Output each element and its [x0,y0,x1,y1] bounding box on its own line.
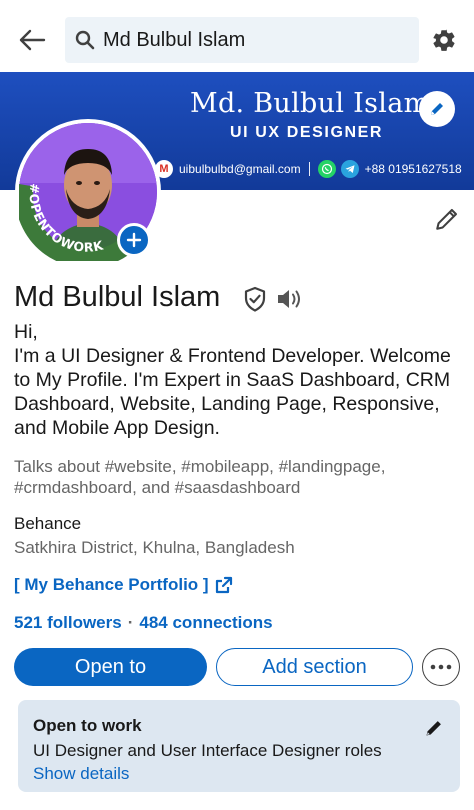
network-stats: 521 followers · 484 connections [14,613,273,633]
open-to-work-card[interactable]: Open to work UI Designer and User Interf… [18,700,460,792]
external-link-icon [215,576,233,594]
gear-icon[interactable] [428,24,460,56]
profile-headline: Hi, I'm a UI Designer & Frontend Develop… [14,320,464,440]
headline-line: and Mobile App Design. [14,417,220,439]
speaker-icon[interactable] [275,286,303,312]
stats-separator: · [127,613,134,632]
shield-check-icon[interactable] [241,285,269,313]
more-actions-button[interactable] [422,648,460,686]
banner-email: uibulbulbd@gmail.com [179,162,301,176]
location: Satkhira District, Khulna, Bangladesh [14,538,295,557]
search-input[interactable] [103,28,403,52]
connections-link[interactable]: 484 connections [139,613,272,633]
banner-name: Md. Bulbul Islam [190,88,430,119]
headline-line: to My Profile. I'm Expert in SaaS Dashbo… [14,369,451,391]
search-icon [75,29,97,51]
talks-line: Talks about #website, #mobileapp, #landi… [14,457,386,476]
open-to-button[interactable]: Open to [14,648,207,686]
talks-about: Talks about #website, #mobileapp, #landi… [14,456,464,498]
telegram-icon [340,160,359,178]
search-bar[interactable] [65,17,419,63]
banner-phone: +88 01951627518 [364,162,462,176]
add-section-button[interactable]: Add section [216,648,413,686]
add-photo-button[interactable] [117,223,151,257]
divider [308,162,310,176]
headline-line: Dashboard, Website, Landing Page, Respon… [14,393,440,415]
profile-name: Md Bulbul Islam [14,281,221,313]
headline-line: Hi, [14,321,38,343]
pencil-icon [426,721,441,736]
pencil-icon [436,208,458,230]
edit-intro-button[interactable] [432,204,462,234]
banner-contact: M uibulbulbd@gmail.com +88 01951627518 [155,159,462,179]
portfolio-link-text: [ My Behance Portfolio ] [14,575,209,594]
banner-role: UI UX DESIGNER [230,124,384,141]
show-details-link[interactable]: Show details [33,764,129,784]
portfolio-link[interactable]: [ My Behance Portfolio ] [14,575,233,595]
current-company: Behance [14,514,82,533]
followers-link[interactable]: 521 followers [14,613,122,633]
plus-icon [126,232,142,248]
top-app-bar [0,0,474,72]
headline-line: I'm a UI Designer & Frontend Developer. … [14,345,451,367]
talks-line: #crmdashboard, and #saasdashboard [14,478,301,497]
edit-banner-button[interactable] [419,91,455,127]
ellipsis-icon [430,664,452,670]
edit-open-to-work-button[interactable] [422,716,446,740]
open-to-work-title: Open to work [33,716,142,735]
back-arrow-icon[interactable] [14,22,50,58]
open-to-work-description: UI Designer and User Interface Designer … [33,741,382,760]
whatsapp-icon [317,160,336,178]
